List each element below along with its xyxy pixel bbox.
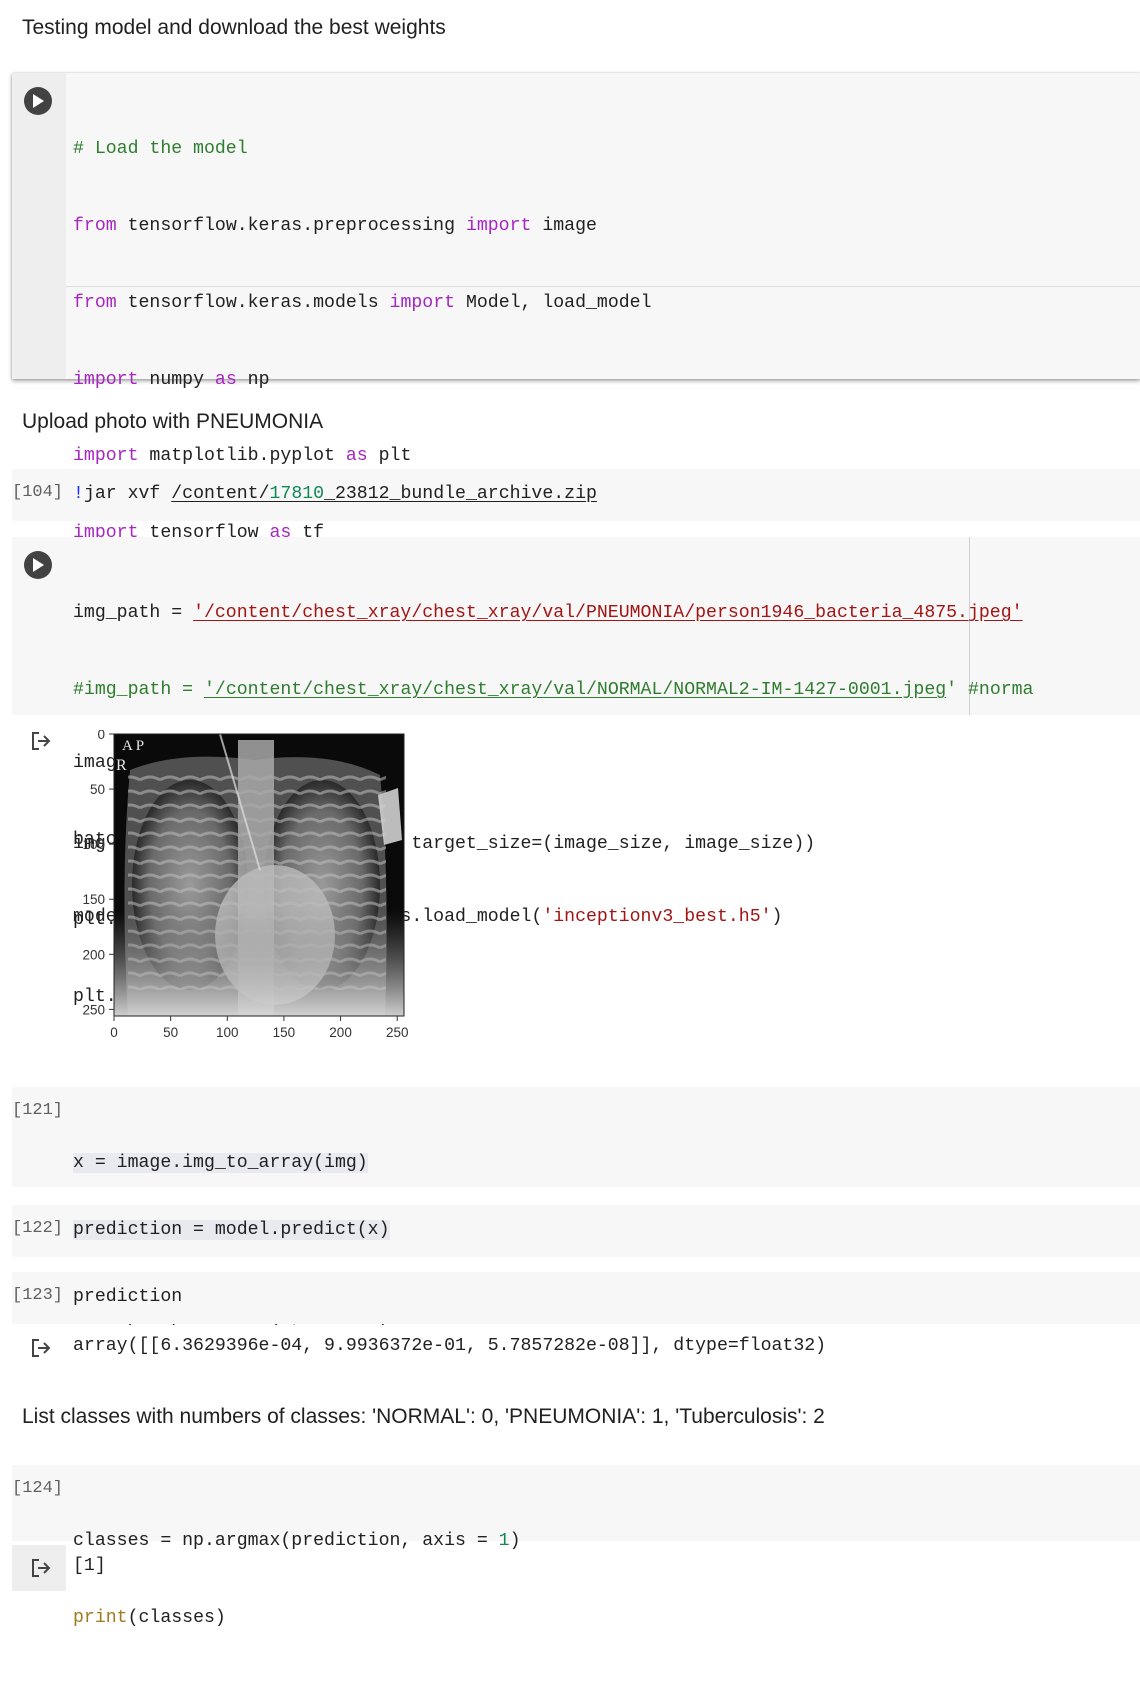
code-cell-load-model[interactable]: # Load the model from tensorflow.keras.p… (12, 73, 1140, 927)
code-line: # Load the model (73, 139, 248, 160)
x-tick-label: 100 (216, 1025, 239, 1040)
x-tick-label: 50 (163, 1025, 178, 1040)
code-line: import matplotlib.pyplot as plt (73, 446, 412, 467)
code-line: from tensorflow.keras.models import Mode… (73, 292, 652, 313)
cell-gutter (12, 73, 66, 379)
xray-image: A P R (114, 734, 404, 1016)
code-line: img_path = '/content/chest_xray/chest_xr… (73, 603, 1023, 624)
code-line: import numpy as np (73, 369, 270, 390)
code-cell-img-path[interactable]: img_path = '/content/chest_xray/chest_xr… (12, 537, 1140, 1007)
cell-output-text: [1] (73, 1556, 106, 1576)
execution-count: [123] (12, 1286, 64, 1305)
x-tick-label: 250 (386, 1025, 409, 1040)
run-cell-button[interactable] (24, 87, 52, 115)
y-axis: 0 50 100 150 200 250 (82, 730, 114, 1017)
xray-marker-text: A P (122, 738, 144, 754)
y-tick-label: 200 (82, 947, 105, 962)
code-cell-to-array[interactable]: [121] x = image.img_to_array(img) x /= 2… (12, 1087, 1140, 1327)
output-arrow-icon[interactable] (30, 1337, 52, 1359)
y-tick-label: 0 (97, 730, 105, 742)
code-line: from tensorflow.keras.preprocessing impo… (73, 215, 597, 236)
code-editor[interactable]: prediction = model.predict(x) (73, 1218, 390, 1244)
text-cell-upload-heading: Upload photo with PNEUMONIA (22, 410, 324, 433)
code-editor[interactable]: !jar xvf /content/17810_23812_bundle_arc… (73, 482, 597, 508)
x-tick-label: 0 (110, 1025, 118, 1040)
code-line: classes = np.argmax(prediction, axis = 1… (73, 1531, 521, 1552)
execution-count: [124] (12, 1479, 64, 1498)
output-arrow-icon[interactable] (30, 1557, 52, 1579)
execution-count: [104] (12, 483, 64, 502)
output-arrow-icon[interactable] (30, 730, 52, 752)
code-line: print(classes) (73, 1607, 226, 1628)
y-tick-label: 100 (82, 837, 105, 852)
execution-count: [121] (12, 1101, 64, 1120)
play-icon (33, 558, 44, 572)
code-editor[interactable]: prediction (73, 1285, 182, 1311)
code-cell-predict[interactable]: [122] prediction = model.predict(x) (12, 1205, 1140, 1257)
code-cell-argmax[interactable]: [124] classes = np.argmax(prediction, ax… (12, 1465, 1140, 1628)
code-line: #img_path = '/content/chest_xray/chest_x… (73, 679, 1034, 700)
cell-output-text: array([[6.3629396e-04, 9.9936372e-01, 5.… (73, 1336, 827, 1356)
code-cell-prediction[interactable]: [123] prediction (12, 1272, 1140, 1324)
y-tick-label: 50 (90, 782, 105, 797)
x-tick-label: 200 (329, 1025, 352, 1040)
play-icon (33, 94, 44, 108)
x-tick-label: 150 (273, 1025, 296, 1040)
run-cell-button[interactable] (24, 551, 52, 579)
xray-plot: A P R 0 50 100 150 200 250 0 50 100 150 200 250 (82, 730, 408, 1040)
y-tick-label: 250 (82, 1002, 105, 1017)
x-axis: 0 50 100 150 200 250 (110, 1016, 408, 1040)
y-tick-label: 150 (82, 892, 105, 907)
code-line: x = image.img_to_array(img) (73, 1153, 368, 1174)
execution-count: [122] (12, 1219, 64, 1238)
text-cell-testing-heading: Testing model and download the best weig… (22, 16, 446, 39)
text-cell-classes-heading: List classes with numbers of classes: 'N… (22, 1405, 825, 1428)
code-editor[interactable]: classes = np.argmax(prediction, axis = 1… (73, 1478, 521, 1683)
code-cell-jar[interactable]: [104] !jar xvf /content/17810_23812_bund… (12, 469, 1140, 521)
xray-marker-text: R (116, 757, 127, 774)
